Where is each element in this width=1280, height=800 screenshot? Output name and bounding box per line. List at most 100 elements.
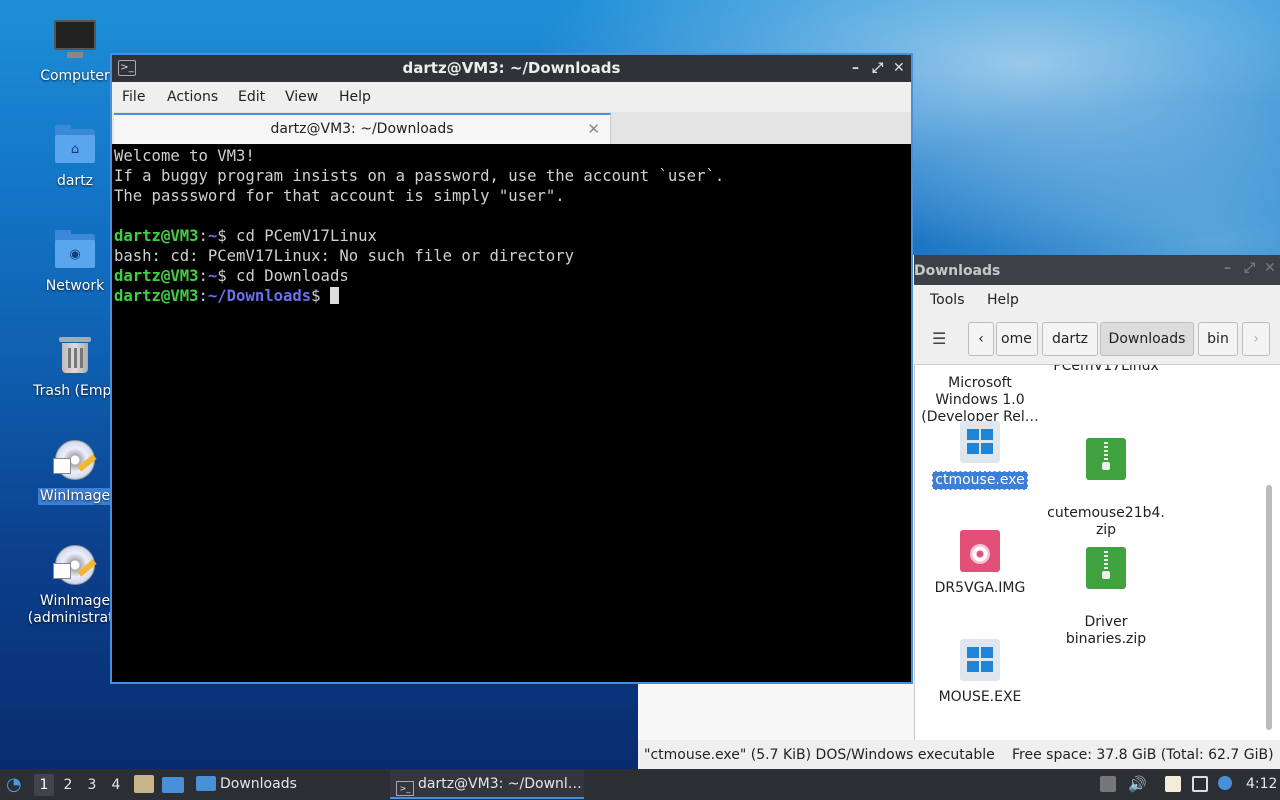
terminal-output[interactable]: Welcome to VM3! If a buggy program insist… — [112, 144, 911, 682]
menu-file[interactable]: File — [122, 89, 145, 105]
workspace-2[interactable]: 2 — [58, 774, 78, 796]
file-name: DR5VGA.IMG — [934, 580, 1026, 596]
menu-actions[interactable]: Actions — [167, 89, 218, 105]
network-folder-icon: ◉ — [51, 226, 99, 274]
computer-icon — [51, 16, 99, 64]
file-name: Driver binaries.zip — [1065, 614, 1147, 647]
path-segment-home[interactable]: ome — [996, 322, 1038, 356]
minimize-icon[interactable]: – — [852, 55, 859, 82]
task-label: Downloads — [220, 776, 297, 792]
prompt-char: $ — [217, 267, 227, 285]
terminal-line: Welcome to VM3! — [114, 147, 255, 165]
file-item[interactable]: Microsoft Windows 1.0 (Developer Rel… — [917, 365, 1043, 426]
winimage-icon — [51, 436, 99, 484]
prompt-path: ~ — [207, 267, 218, 285]
view-list-icon[interactable]: ☰ — [932, 329, 946, 348]
desktop-icon-label: dartz — [56, 173, 94, 189]
file-manager-launcher-icon[interactable] — [134, 775, 154, 793]
notification-icon[interactable] — [1218, 776, 1232, 790]
task-downloads[interactable]: Downloads — [192, 770, 382, 799]
close-icon[interactable]: ✕ — [893, 55, 905, 82]
disk-image-icon — [960, 530, 1000, 572]
terminal-prompt-line: dartz@VM3:~$ cd Downloads — [114, 266, 909, 286]
command-text: cd Downloads — [226, 267, 349, 285]
network-icon[interactable] — [1192, 776, 1208, 792]
desktop-icon-label: Network — [45, 278, 105, 294]
menu-edit[interactable]: Edit — [238, 89, 265, 105]
path-segment-downloads[interactable]: Downloads — [1100, 322, 1194, 356]
chevron-left-icon: ‹ — [978, 331, 984, 347]
window-title: dartz@VM3: ~/Downloads — [402, 59, 621, 77]
desktop-icon-label: WinImage — [37, 488, 113, 505]
file-name: ctmouse.exe — [932, 471, 1028, 490]
terminal-prompt-line: dartz@VM3:~$ cd PCemV17Linux — [114, 226, 909, 246]
path-segment-dartz[interactable]: dartz — [1042, 322, 1098, 356]
terminal-line: The passsword for that account is simply… — [114, 187, 565, 205]
file-manager-menubar: Tools Help — [914, 285, 1280, 315]
prompt-char: $ — [217, 227, 227, 245]
terminal-window: >_ dartz@VM3: ~/Downloads – ⤢ ✕ File Act… — [110, 53, 913, 684]
file-name: Microsoft Windows 1.0 (Developer Rel… — [921, 375, 1039, 425]
file-manager-titlebar[interactable]: Downloads – ⤢ ✕ — [914, 255, 1280, 285]
path-scroll-right-button[interactable]: › — [1242, 322, 1270, 356]
desktop-icon-label: Trash (Empt — [33, 383, 117, 399]
prompt-sep: : — [198, 227, 208, 245]
file-item[interactable]: ctmouse.exe — [917, 421, 1043, 490]
file-item[interactable]: PCemV17Linux — [1043, 365, 1169, 375]
zip-archive-icon — [1086, 547, 1126, 589]
file-view[interactable]: Microsoft Windows 1.0 (Developer Rel… PC… — [914, 365, 1280, 740]
maximize-icon[interactable]: ⤢ — [1244, 260, 1255, 276]
status-selection: "ctmouse.exe" (5.7 KiB) DOS/Windows exec… — [644, 747, 995, 763]
status-free-space: Free space: 37.8 GiB (Total: 62.7 GiB) — [1012, 747, 1274, 763]
trash-icon — [51, 331, 99, 379]
terminal-icon: >_ — [118, 60, 136, 76]
terminal-titlebar[interactable]: >_ dartz@VM3: ~/Downloads – ⤢ ✕ — [112, 55, 911, 82]
show-desktop-icon[interactable] — [162, 777, 184, 793]
path-segment-bin[interactable]: bin — [1198, 322, 1238, 356]
task-terminal[interactable]: >_ dartz@VM3: ~/Downl… — [390, 770, 584, 799]
prompt-user: dartz@VM3 — [114, 267, 199, 285]
menu-view[interactable]: View — [285, 89, 318, 105]
prompt-path: ~ — [207, 227, 218, 245]
terminal-menubar: File Actions Edit View Help — [112, 82, 911, 112]
path-scroll-left-button[interactable]: ‹ — [968, 322, 994, 356]
taskbar: ◔ 1 2 3 4 Downloads >_ dartz@VM3: ~/Downl… — [0, 769, 1280, 800]
menu-help[interactable]: Help — [987, 292, 1019, 308]
tab-label: dartz@VM3: ~/Downloads — [270, 121, 454, 137]
workspace-3[interactable]: 3 — [82, 774, 102, 796]
file-name: PCemV17Linux — [1053, 365, 1159, 374]
prompt-path: ~/Downloads — [207, 287, 312, 305]
workspace-1[interactable]: 1 — [34, 774, 54, 796]
minimize-icon[interactable]: – — [1224, 260, 1231, 276]
file-item[interactable]: DR5VGA.IMG — [917, 530, 1043, 597]
close-tab-icon[interactable]: ✕ — [587, 115, 600, 143]
command-text — [321, 287, 330, 305]
file-item[interactable]: Driver binaries.zip — [1043, 530, 1169, 648]
clipboard-icon[interactable] — [1100, 776, 1116, 792]
notes-icon[interactable] — [1165, 776, 1181, 792]
file-item[interactable]: cutemouse21b4. zip — [1043, 421, 1169, 539]
terminal-prompt-line: dartz@VM3:~/Downloads$ — [114, 286, 909, 306]
terminal-tabbar: dartz@VM3: ~/Downloads ✕ — [112, 112, 911, 144]
volume-icon[interactable]: 🔊 — [1128, 775, 1147, 793]
workspace-4[interactable]: 4 — [106, 774, 126, 796]
task-label: dartz@VM3: ~/Downl… — [418, 776, 582, 792]
zip-archive-icon — [1086, 438, 1126, 480]
file-item[interactable]: MOUSE.EXE — [917, 639, 1043, 706]
maximize-icon[interactable]: ⤢ — [872, 55, 883, 82]
winimage-icon — [51, 541, 99, 589]
menu-tools[interactable]: Tools — [930, 292, 965, 308]
status-bar: "ctmouse.exe" (5.7 KiB) DOS/Windows exec… — [638, 740, 1280, 769]
start-menu-icon[interactable]: ◔ — [6, 769, 26, 800]
terminal-tab[interactable]: dartz@VM3: ~/Downloads ✕ — [114, 113, 611, 144]
folder-icon — [196, 776, 216, 791]
close-icon[interactable]: ✕ — [1264, 260, 1276, 276]
prompt-sep: : — [198, 267, 208, 285]
vertical-scrollbar[interactable] — [1266, 485, 1272, 730]
chevron-right-icon: › — [1253, 331, 1259, 347]
menu-help[interactable]: Help — [339, 89, 371, 105]
home-folder-icon: ⌂ — [51, 121, 99, 169]
clock[interactable]: 4:12 — [1246, 769, 1277, 800]
prompt-user: dartz@VM3 — [114, 227, 199, 245]
